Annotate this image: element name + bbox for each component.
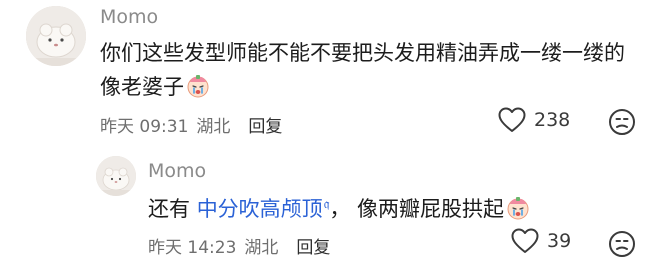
comment-text-content: 你们这些发型师能不能不要把头发用精油弄成一缕一缕的像老婆子 bbox=[100, 41, 625, 99]
like-button[interactable]: 39 bbox=[511, 228, 571, 254]
dislike-button[interactable] bbox=[608, 108, 636, 136]
comment-time: 昨天 09:31 bbox=[100, 117, 189, 137]
avatar[interactable] bbox=[96, 156, 136, 196]
comment-text-before: 还有 bbox=[148, 197, 197, 221]
crying-face-emoji-icon bbox=[506, 196, 530, 220]
heart-outline-icon bbox=[498, 107, 526, 132]
crying-face-emoji-icon bbox=[186, 74, 210, 98]
reply-button[interactable]: 回复 bbox=[296, 233, 330, 258]
username[interactable]: Momo bbox=[148, 160, 206, 182]
dislike-button[interactable] bbox=[608, 230, 636, 258]
comment-meta: 昨天 09:31 湖北 回复 bbox=[100, 112, 282, 137]
like-count: 39 bbox=[547, 230, 572, 252]
comment-text: 还有 中分吹高颅顶𝔮， 像两瓣屁股拱起 bbox=[148, 188, 628, 226]
reply-button[interactable]: 回复 bbox=[248, 112, 282, 137]
avatar-image bbox=[26, 6, 86, 66]
comment-meta: 昨天 14:23 湖北 回复 bbox=[148, 233, 330, 258]
frown-face-icon bbox=[609, 231, 635, 257]
search-link[interactable]: 中分吹高颅顶 bbox=[197, 197, 323, 221]
username[interactable]: Momo bbox=[100, 6, 158, 28]
avatar-image bbox=[96, 156, 136, 196]
like-count: 238 bbox=[534, 109, 571, 131]
comment-item: Momo 你们这些发型师能不能不要把头发用精油弄成一缕一缕的像老婆子 昨天 09… bbox=[0, 0, 660, 150]
avatar[interactable] bbox=[26, 6, 86, 66]
reply-comment-item: Momo 还有 中分吹高颅顶𝔮， 像两瓣屁股拱起 昨天 14:23 湖北 回复 3… bbox=[0, 150, 660, 260]
comment-location: 湖北 bbox=[196, 117, 231, 137]
frown-face-icon bbox=[609, 109, 635, 135]
comment-time: 昨天 14:23 bbox=[148, 238, 237, 258]
heart-outline-icon bbox=[511, 228, 539, 253]
comment-text-after: ， 像两瓣屁股拱起 bbox=[329, 197, 505, 221]
comment-location: 湖北 bbox=[244, 238, 279, 258]
like-button[interactable]: 238 bbox=[498, 107, 570, 133]
comment-text: 你们这些发型师能不能不要把头发用精油弄成一缕一缕的像老婆子 bbox=[100, 36, 645, 104]
